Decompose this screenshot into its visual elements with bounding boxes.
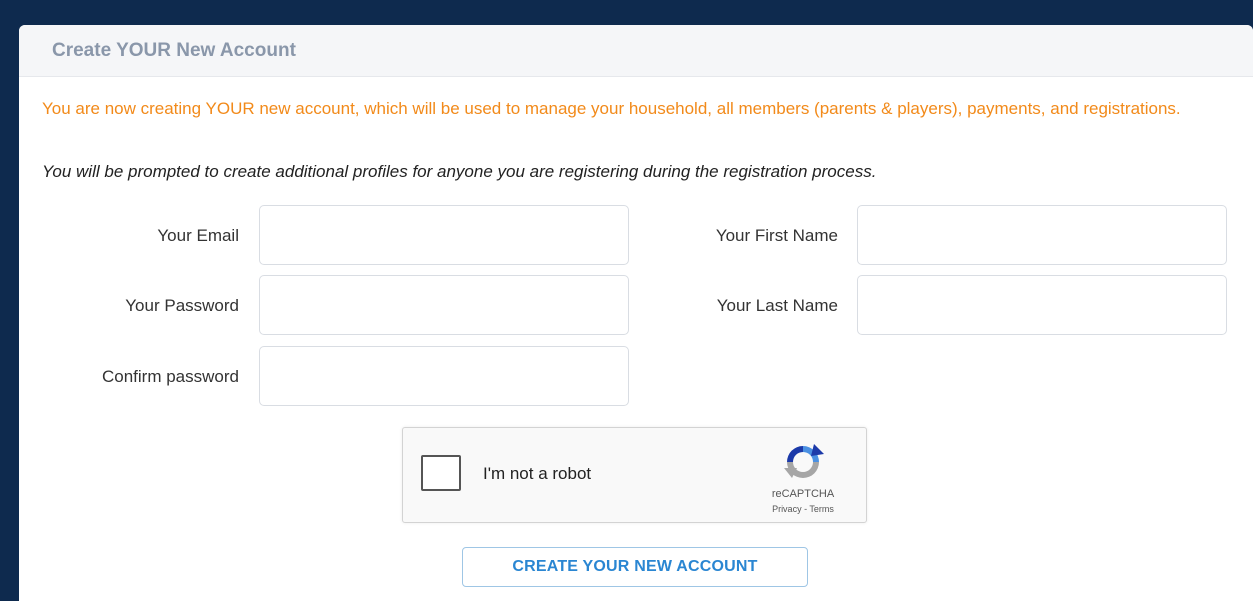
recaptcha-label: I'm not a robot	[483, 464, 592, 483]
recaptcha-checkbox[interactable]	[421, 455, 461, 491]
password-field[interactable]	[259, 275, 629, 335]
recaptcha-brand: reCAPTCHA	[771, 488, 835, 500]
create-account-button[interactable]: CREATE YOUR NEW ACCOUNT	[462, 547, 808, 587]
panel-title: Create YOUR New Account	[52, 39, 296, 61]
recaptcha-terms-link[interactable]: Terms	[809, 504, 834, 514]
account-notice: You are now creating YOUR new account, w…	[42, 99, 1181, 118]
confirm-password-label: Confirm password	[102, 367, 239, 386]
recaptcha-widget: I'm not a robot reCAPTCHA Privacy - Term…	[402, 427, 867, 523]
last-name-label: Your Last Name	[716, 296, 838, 315]
recaptcha-links: Privacy - Terms	[748, 504, 858, 514]
password-label: Your Password	[125, 296, 239, 315]
panel-header: Create YOUR New Account	[19, 25, 1253, 77]
profiles-note: You will be prompted to create additiona…	[42, 162, 877, 181]
last-name-field[interactable]	[857, 275, 1227, 335]
recaptcha-logo-icon	[784, 444, 824, 478]
email-field[interactable]	[259, 205, 629, 265]
first-name-label: Your First Name	[715, 226, 838, 245]
confirm-password-field[interactable]	[259, 346, 629, 406]
email-label: Your Email	[157, 226, 239, 245]
recaptcha-privacy-link[interactable]: Privacy	[772, 504, 802, 514]
create-account-panel: Create YOUR New Account You are now crea…	[19, 25, 1253, 601]
first-name-field[interactable]	[857, 205, 1227, 265]
